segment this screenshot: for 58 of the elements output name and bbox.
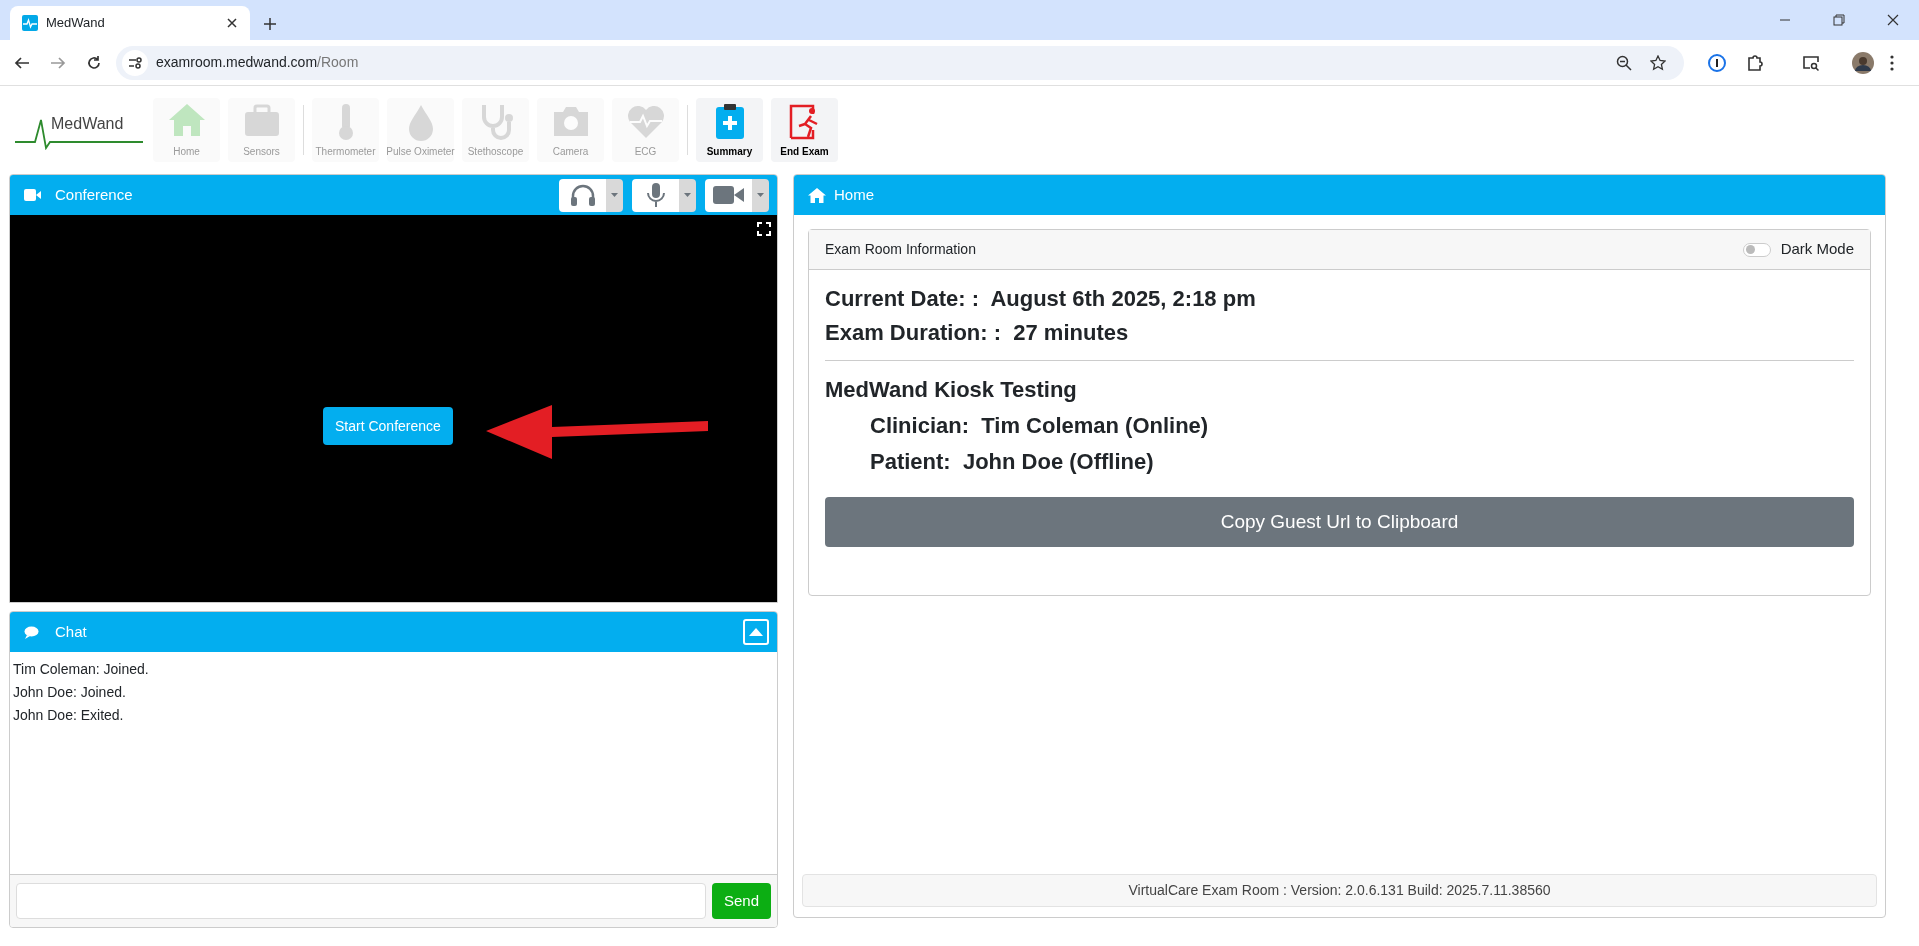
- info-line: Exam Duration: : 27 minutes: [825, 319, 1129, 347]
- chat-message: John Doe: Exited.: [13, 706, 124, 725]
- menu-icon[interactable]: [1890, 54, 1894, 71]
- participant-line: Clinician: Tim Coleman (Online): [870, 412, 1209, 440]
- address-bar[interactable]: examroom.medwand.com/Room: [116, 45, 1684, 80]
- logo: MedWand: [15, 110, 143, 150]
- card-title: Exam Room Information: [825, 240, 977, 259]
- caret-icon: [684, 193, 691, 197]
- panel-title: Home: [834, 184, 874, 205]
- url-text: examroom.medwand.com/Room: [156, 53, 360, 72]
- new-tab-icon[interactable]: [264, 18, 276, 30]
- star-icon[interactable]: [1650, 54, 1666, 71]
- video-camera-icon: [712, 185, 745, 205]
- back-icon[interactable]: [14, 54, 30, 71]
- dropdown-toggle[interactable]: [679, 178, 696, 212]
- device-button[interactable]: [559, 178, 606, 212]
- home-icon: [808, 187, 826, 203]
- panel-title: Chat: [55, 621, 88, 642]
- info-line: Current Date: : August 6th 2025, 2:18 pm: [825, 285, 1256, 313]
- close-icon[interactable]: [226, 17, 238, 29]
- forward-icon[interactable]: [50, 54, 66, 71]
- caret-icon: [611, 193, 618, 197]
- headphones-icon: [569, 183, 596, 207]
- room-name: MedWand Kiosk Testing: [825, 376, 1078, 404]
- browser-tab[interactable]: MedWand: [10, 6, 250, 40]
- password-manager-icon[interactable]: [1708, 53, 1726, 72]
- panel-title: Conference: [55, 184, 134, 205]
- send-button[interactable]: Send: [711, 883, 771, 919]
- reload-icon[interactable]: [86, 54, 102, 71]
- version-bar: VirtualCare Exam Room : Version: 2.0.6.131 Build: 2025.7.11.38560: [802, 874, 1877, 907]
- toolbar-button[interactable]: Summary: [696, 98, 763, 162]
- caret-icon: [757, 193, 764, 197]
- restore-icon[interactable]: [1833, 14, 1845, 26]
- dark-mode-toggle[interactable]: [1742, 242, 1771, 257]
- dropdown-toggle[interactable]: [606, 178, 623, 212]
- video-camera-icon: [24, 189, 41, 201]
- fullscreen-icon[interactable]: [757, 222, 771, 236]
- microphone-icon: [645, 182, 666, 208]
- heartbeat-icon: [22, 15, 38, 31]
- toolbar-button[interactable]: End Exam: [771, 98, 838, 162]
- close-icon[interactable]: [1887, 14, 1899, 26]
- tab-search-icon[interactable]: [1802, 53, 1820, 72]
- avatar-icon[interactable]: [1852, 51, 1874, 74]
- speech-bubble-icon: [24, 625, 39, 639]
- dropdown-toggle[interactable]: [752, 178, 769, 212]
- copy-url-button[interactable]: Copy Guest Url to Clipboard: [825, 497, 1854, 547]
- site-settings-icon[interactable]: [122, 49, 148, 76]
- chat-message: John Doe: Joined.: [13, 683, 126, 702]
- toggle-label: Dark Mode: [1780, 239, 1854, 260]
- start-conference-button[interactable]: Start Conference: [323, 407, 453, 445]
- zoom-out-icon[interactable]: [1616, 54, 1632, 71]
- extensions-icon[interactable]: [1746, 53, 1764, 72]
- device-button[interactable]: [632, 178, 679, 212]
- tab-title: MedWand: [46, 14, 106, 33]
- chat-input[interactable]: [16, 883, 706, 919]
- device-button[interactable]: [705, 178, 752, 212]
- participant-line: Patient: John Doe (Offline): [870, 448, 1154, 476]
- chat-message: Tim Coleman: Joined.: [13, 660, 149, 679]
